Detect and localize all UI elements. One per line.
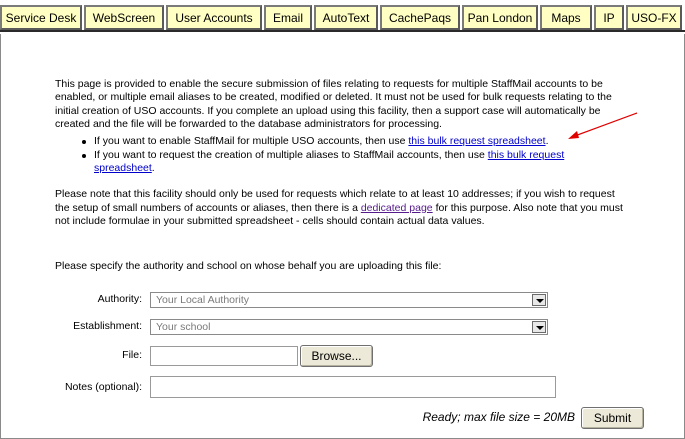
bullet-icon — [82, 153, 86, 158]
tab-maps[interactable]: Maps — [540, 5, 592, 30]
tab-ip[interactable]: IP — [594, 5, 624, 30]
authority-label: Authority: — [97, 293, 142, 305]
intro-paragraph: This page is provided to enable the secu… — [55, 67, 625, 142]
tab-cachepaqs[interactable]: CachePaqs — [380, 5, 460, 30]
browse-button[interactable]: Browse... — [300, 345, 373, 367]
chevron-down-icon[interactable] — [532, 294, 546, 306]
bullet-icon — [82, 140, 86, 144]
authority-select[interactable]: Your Local Authority — [150, 292, 548, 308]
authority-selected-value: Your Local Authority — [156, 294, 250, 306]
spreadsheet-links-list: If you want to enable StaffMail for mult… — [80, 135, 620, 176]
tab-bar: Service Desk WebScreen User Accounts Ema… — [0, 0, 685, 34]
specify-instruction: Please specify the authority and school … — [55, 260, 442, 272]
staffmail-spreadsheet-link[interactable]: this bulk request spreadsheet — [408, 135, 545, 147]
tab-uso-fx[interactable]: USO-FX — [626, 5, 682, 30]
list-item-text: If you want to request the creation of m… — [94, 148, 488, 161]
dedicated-page-link[interactable]: dedicated page — [361, 202, 433, 214]
submit-button[interactable]: Submit — [581, 407, 644, 429]
list-item: If you want to request the creation of m… — [80, 149, 620, 176]
tab-user-accounts[interactable]: User Accounts — [166, 5, 262, 30]
establishment-select[interactable]: Your school — [150, 319, 548, 335]
list-item-suffix: . — [545, 135, 549, 147]
tab-email[interactable]: Email — [264, 5, 312, 30]
chevron-down-icon[interactable] — [532, 321, 546, 333]
list-item: If you want to enable StaffMail for mult… — [80, 135, 620, 149]
notes-input[interactable] — [150, 376, 556, 398]
file-label: File: — [122, 349, 142, 361]
intro-text: This page is provided to enable the secu… — [55, 77, 612, 131]
establishment-selected-value: Your school — [156, 321, 211, 333]
tab-pan-london[interactable]: Pan London — [462, 5, 538, 30]
file-path-input[interactable] — [150, 346, 298, 366]
tab-autotext[interactable]: AutoText — [314, 5, 378, 30]
establishment-label: Establishment: — [73, 320, 142, 332]
tab-service-desk[interactable]: Service Desk — [0, 5, 82, 30]
tab-underline — [0, 30, 685, 32]
list-item-text: If you want to enable StaffMail for mult… — [94, 135, 409, 147]
note-paragraph: Please note that this facility should on… — [55, 188, 630, 229]
tab-webscreen[interactable]: WebScreen — [84, 5, 164, 30]
list-item-suffix: . — [151, 162, 155, 174]
upload-status: Ready; max file size = 20MB — [422, 410, 575, 424]
notes-label: Notes (optional): — [64, 381, 142, 393]
